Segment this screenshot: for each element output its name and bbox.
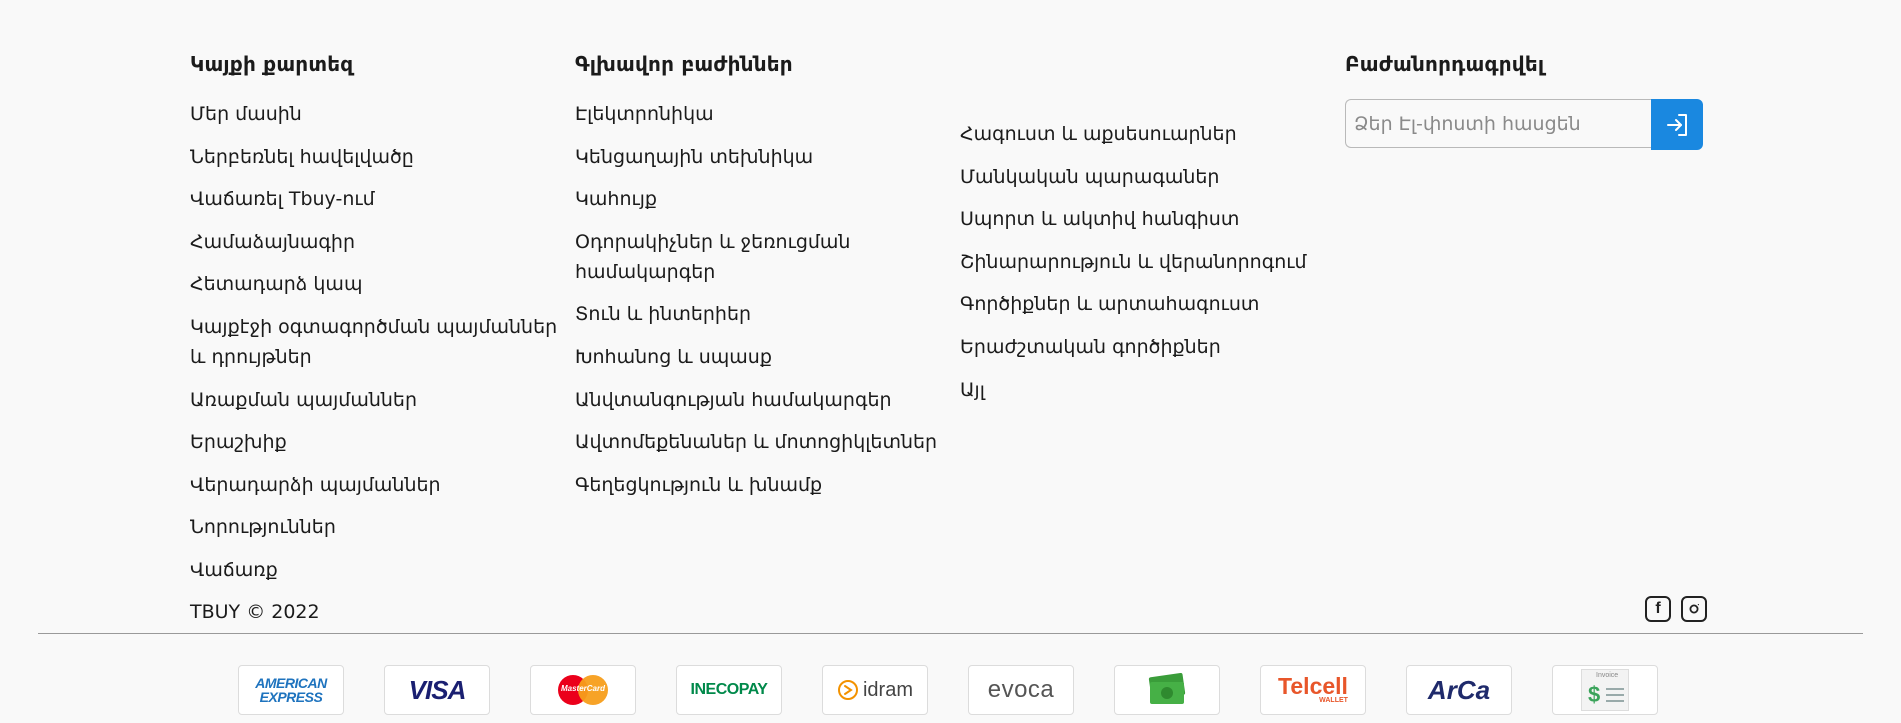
payment-amex: AMERICAN EXPRESS — [238, 665, 344, 715]
social-links: f — [1645, 596, 1707, 622]
sitemap-link-contact[interactable]: Հետադարձ կապ — [190, 269, 560, 299]
payment-evoca: evoca — [968, 665, 1074, 715]
main-sections-links: Էլեկտրոնիկա Կենցաղային տեխնիկա Կահույք Օ… — [575, 99, 945, 500]
sitemap-link-about[interactable]: Մեր մասին — [190, 99, 560, 129]
category-link-kids[interactable]: Մանկական պարագաներ — [960, 162, 1330, 192]
category-link-appliances[interactable]: Կենցաղային տեխնիկա — [575, 142, 945, 172]
sitemap-link-warranty[interactable]: Երաշխիք — [190, 427, 560, 457]
visa-logo-text: VISA — [408, 674, 467, 705]
sitemap-links: Մեր մասին Ներբեռնել հավելվածը Վաճառել Tb… — [190, 99, 560, 585]
sitemap-link-sale[interactable]: Վաճառք — [190, 555, 560, 585]
sitemap-link-sell[interactable]: Վաճառել Tbuy-ում — [190, 184, 560, 214]
category-link-furniture[interactable]: Կահույք — [575, 184, 945, 214]
amex-line-1: AMERICAN — [255, 675, 327, 691]
category-link-kitchen[interactable]: Խոհանոց և սպասք — [575, 342, 945, 372]
idram-icon — [837, 680, 858, 700]
login-arrow-icon — [1667, 113, 1687, 136]
sitemap-link-news[interactable]: Նորություններ — [190, 512, 560, 542]
category-link-hvac[interactable]: Օդորակիչներ և ջեռուցման համակարգեր — [575, 227, 945, 287]
sitemap-link-agreement[interactable]: Համաձայնագիր — [190, 227, 560, 257]
category-link-clothing[interactable]: Հագուստ և աքսեսուարներ — [960, 119, 1330, 149]
category-link-home-interior[interactable]: Տուն և ինտերիեր — [575, 299, 945, 329]
sitemap-title: Կայքի քարտեզ — [190, 52, 354, 76]
payment-idram: idram — [822, 665, 928, 715]
payment-inecopay: INECOPAY — [676, 665, 782, 715]
subscribe-button[interactable] — [1651, 99, 1703, 150]
payment-telcell: Telcell WALLET — [1260, 665, 1366, 715]
site-footer: Կայքի քարտեզ Մեր մասին Ներբեռնել հավելվա… — [0, 0, 1901, 723]
category-link-music[interactable]: Երաժշտական գործիքներ — [960, 332, 1330, 362]
subscribe-column: Բաժանորդագրվել — [1345, 47, 1725, 150]
mastercard-logo: MasterCard — [558, 675, 608, 705]
email-input[interactable] — [1345, 99, 1652, 148]
payment-invoice: Invoice $ — [1552, 665, 1658, 715]
main-sections-title: Գլխավոր բաժիններ — [575, 52, 793, 76]
payment-cash — [1114, 665, 1220, 715]
main-sections-column: Գլխավոր բաժիններ Էլեկտրոնիկա Կենցաղային … — [575, 47, 945, 512]
copyright-text: TBUY © 2022 — [190, 601, 320, 623]
telcell-logo: Telcell WALLET — [1278, 675, 1348, 705]
category-link-other[interactable]: Այլ — [960, 375, 1330, 405]
category-link-construction[interactable]: Շինարարություն և վերանորոգում — [960, 247, 1330, 277]
instagram-icon[interactable] — [1681, 596, 1707, 622]
facebook-letter: f — [1655, 600, 1661, 617]
sitemap-column: Կայքի քարտեզ Մեր մասին Ներբեռնել հավելվա… — [190, 47, 560, 598]
category-link-beauty[interactable]: Գեղեցկություն և խնամք — [575, 470, 945, 500]
footer-divider — [38, 633, 1863, 634]
category-link-security[interactable]: Անվտանգության համակարգեր — [575, 385, 945, 415]
payment-mastercard: MasterCard — [530, 665, 636, 715]
payment-methods: AMERICAN EXPRESS VISA MasterCard INECOPA… — [238, 665, 1658, 715]
invoice-dollar: $ — [1588, 682, 1601, 707]
payment-visa: VISA — [384, 665, 490, 715]
sitemap-link-terms[interactable]: Կայքէջի օգտագործման պայմաններ և դրույթնե… — [190, 312, 560, 372]
telcell-wallet-text: WALLET — [1319, 697, 1348, 704]
more-sections-links: Հագուստ և աքսեսուարներ Մանկական պարագանե… — [960, 119, 1330, 405]
inecopay-logo-text: INECOPAY — [690, 681, 768, 698]
telcell-logo-text: Telcell — [1278, 673, 1348, 699]
subscribe-form — [1345, 99, 1703, 150]
invoice-icon: Invoice $ — [1581, 669, 1629, 711]
sitemap-link-download-app[interactable]: Ներբեռնել հավելվածը — [190, 142, 560, 172]
instagram-glyph-icon — [1689, 604, 1699, 614]
arca-logo-text: ArCa — [1427, 674, 1491, 705]
invoice-label: Invoice — [1596, 672, 1619, 679]
category-link-vehicles[interactable]: Ավտոմեքենաներ և մոտոցիկլետներ — [575, 427, 945, 457]
more-sections-column: Հագուստ և աքսեսուարներ Մանկական պարագանե… — [960, 119, 1330, 417]
payment-arca: ArCa — [1406, 665, 1512, 715]
amex-line-2: EXPRESS — [259, 689, 323, 705]
sitemap-link-delivery[interactable]: Առաքման պայմաններ — [190, 385, 560, 415]
category-link-electronics[interactable]: Էլեկտրոնիկա — [575, 99, 945, 129]
sitemap-link-returns[interactable]: Վերադարձի պայմաններ — [190, 470, 560, 500]
category-link-sport[interactable]: Սպորտ և ակտիվ հանգիստ — [960, 204, 1330, 234]
evoca-logo-text: evoca — [987, 676, 1055, 703]
idram-logo-text: idram — [862, 678, 913, 701]
cash-icon — [1148, 673, 1186, 704]
subscribe-title: Բաժանորդագրվել — [1345, 52, 1545, 76]
category-link-tools[interactable]: Գործիքներ և արտահագուստ — [960, 289, 1330, 319]
facebook-icon[interactable]: f — [1645, 596, 1671, 622]
mastercard-text: MasterCard — [560, 684, 605, 693]
